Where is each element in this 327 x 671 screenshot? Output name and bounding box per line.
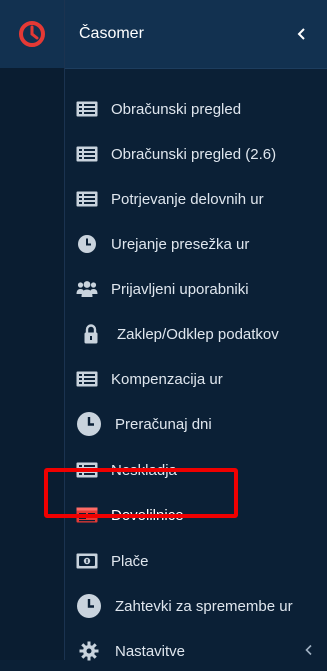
sidebar-item-obracunski-pregled-26[interactable]: Obračunski pregled (2.6) [65, 134, 327, 174]
users-icon [75, 279, 99, 299]
sidebar-item-label: Preračunaj dni [115, 415, 212, 433]
sidebar-panel: Časomer Obračunski pregled Obračunski pr… [65, 0, 327, 661]
sidebar-item-label: Dovolilnice [111, 506, 184, 524]
sidebar-item-label: Prijavljeni uporabniki [111, 280, 249, 298]
sidebar-item-label: Neskladja [111, 461, 177, 479]
sidebar-item-label: Zahtevki za spremembe ur [115, 597, 293, 615]
sidebar-item-label: Urejanje presežka ur [111, 235, 250, 253]
sidebar-item-kompenzacija[interactable]: Kompenzacija ur [65, 359, 327, 399]
list-icon [75, 189, 99, 209]
sidebar-item-dovolilnice[interactable]: Dovolilnice [65, 495, 327, 535]
clock-icon [75, 234, 99, 254]
sidebar-item-label: Zaklep/Odklep podatkov [117, 325, 279, 343]
sidebar-item-place[interactable]: Plače [65, 541, 327, 581]
expand-chevron-icon [305, 643, 313, 659]
sidebar-item-label: Kompenzacija ur [111, 370, 223, 388]
icon-rail [0, 0, 65, 660]
sidebar-title: Časomer [79, 25, 144, 42]
sidebar-item-label: Plače [111, 552, 149, 570]
gear-icon [77, 641, 101, 661]
sidebar-item-label: Obračunski pregled [111, 100, 242, 118]
sidebar-item-prijavljeni-uporabniki[interactable]: Prijavljeni uporabniki [65, 269, 327, 309]
sidebar-item-obracunski-pregled[interactable]: Obračunski pregled [65, 89, 327, 129]
sidebar-item-label: Nastavitve [115, 642, 186, 660]
sidebar-item-label: Potrjevanje delovnih ur [111, 190, 264, 208]
list-icon [75, 99, 99, 119]
clock-icon [75, 594, 103, 618]
sidebar-item-potrjevanje[interactable]: Potrjevanje delovnih ur [65, 179, 327, 219]
sidebar-item-urejanje-preseska[interactable]: Urejanje presežka ur [65, 224, 327, 264]
document-icon [75, 505, 99, 525]
clock-icon [75, 412, 103, 436]
list-icon [75, 144, 99, 164]
sidebar-item-preracunaj-dni[interactable]: Preračunaj dni [65, 404, 327, 444]
sidebar-item-nastavitve[interactable]: Nastavitve [65, 631, 327, 671]
sidebar-item-zahtevki[interactable]: Zahtevki za spremembe ur [65, 586, 327, 626]
collapse-chevron-icon[interactable] [291, 27, 313, 41]
money-icon [75, 551, 99, 571]
app-logo[interactable] [0, 0, 64, 68]
sidebar-item-label: Obračunski pregled (2.6) [111, 145, 277, 163]
list-icon [75, 460, 99, 480]
sidebar-item-zaklep-odklep[interactable]: Zaklep/Odklep podatkov [65, 314, 327, 354]
clock-logo-icon [19, 21, 45, 47]
list-icon [75, 369, 99, 389]
sidebar-item-neskladja[interactable]: Neskladja [65, 450, 327, 490]
sidebar-header: Časomer [65, 0, 327, 69]
lock-icon [79, 324, 103, 344]
